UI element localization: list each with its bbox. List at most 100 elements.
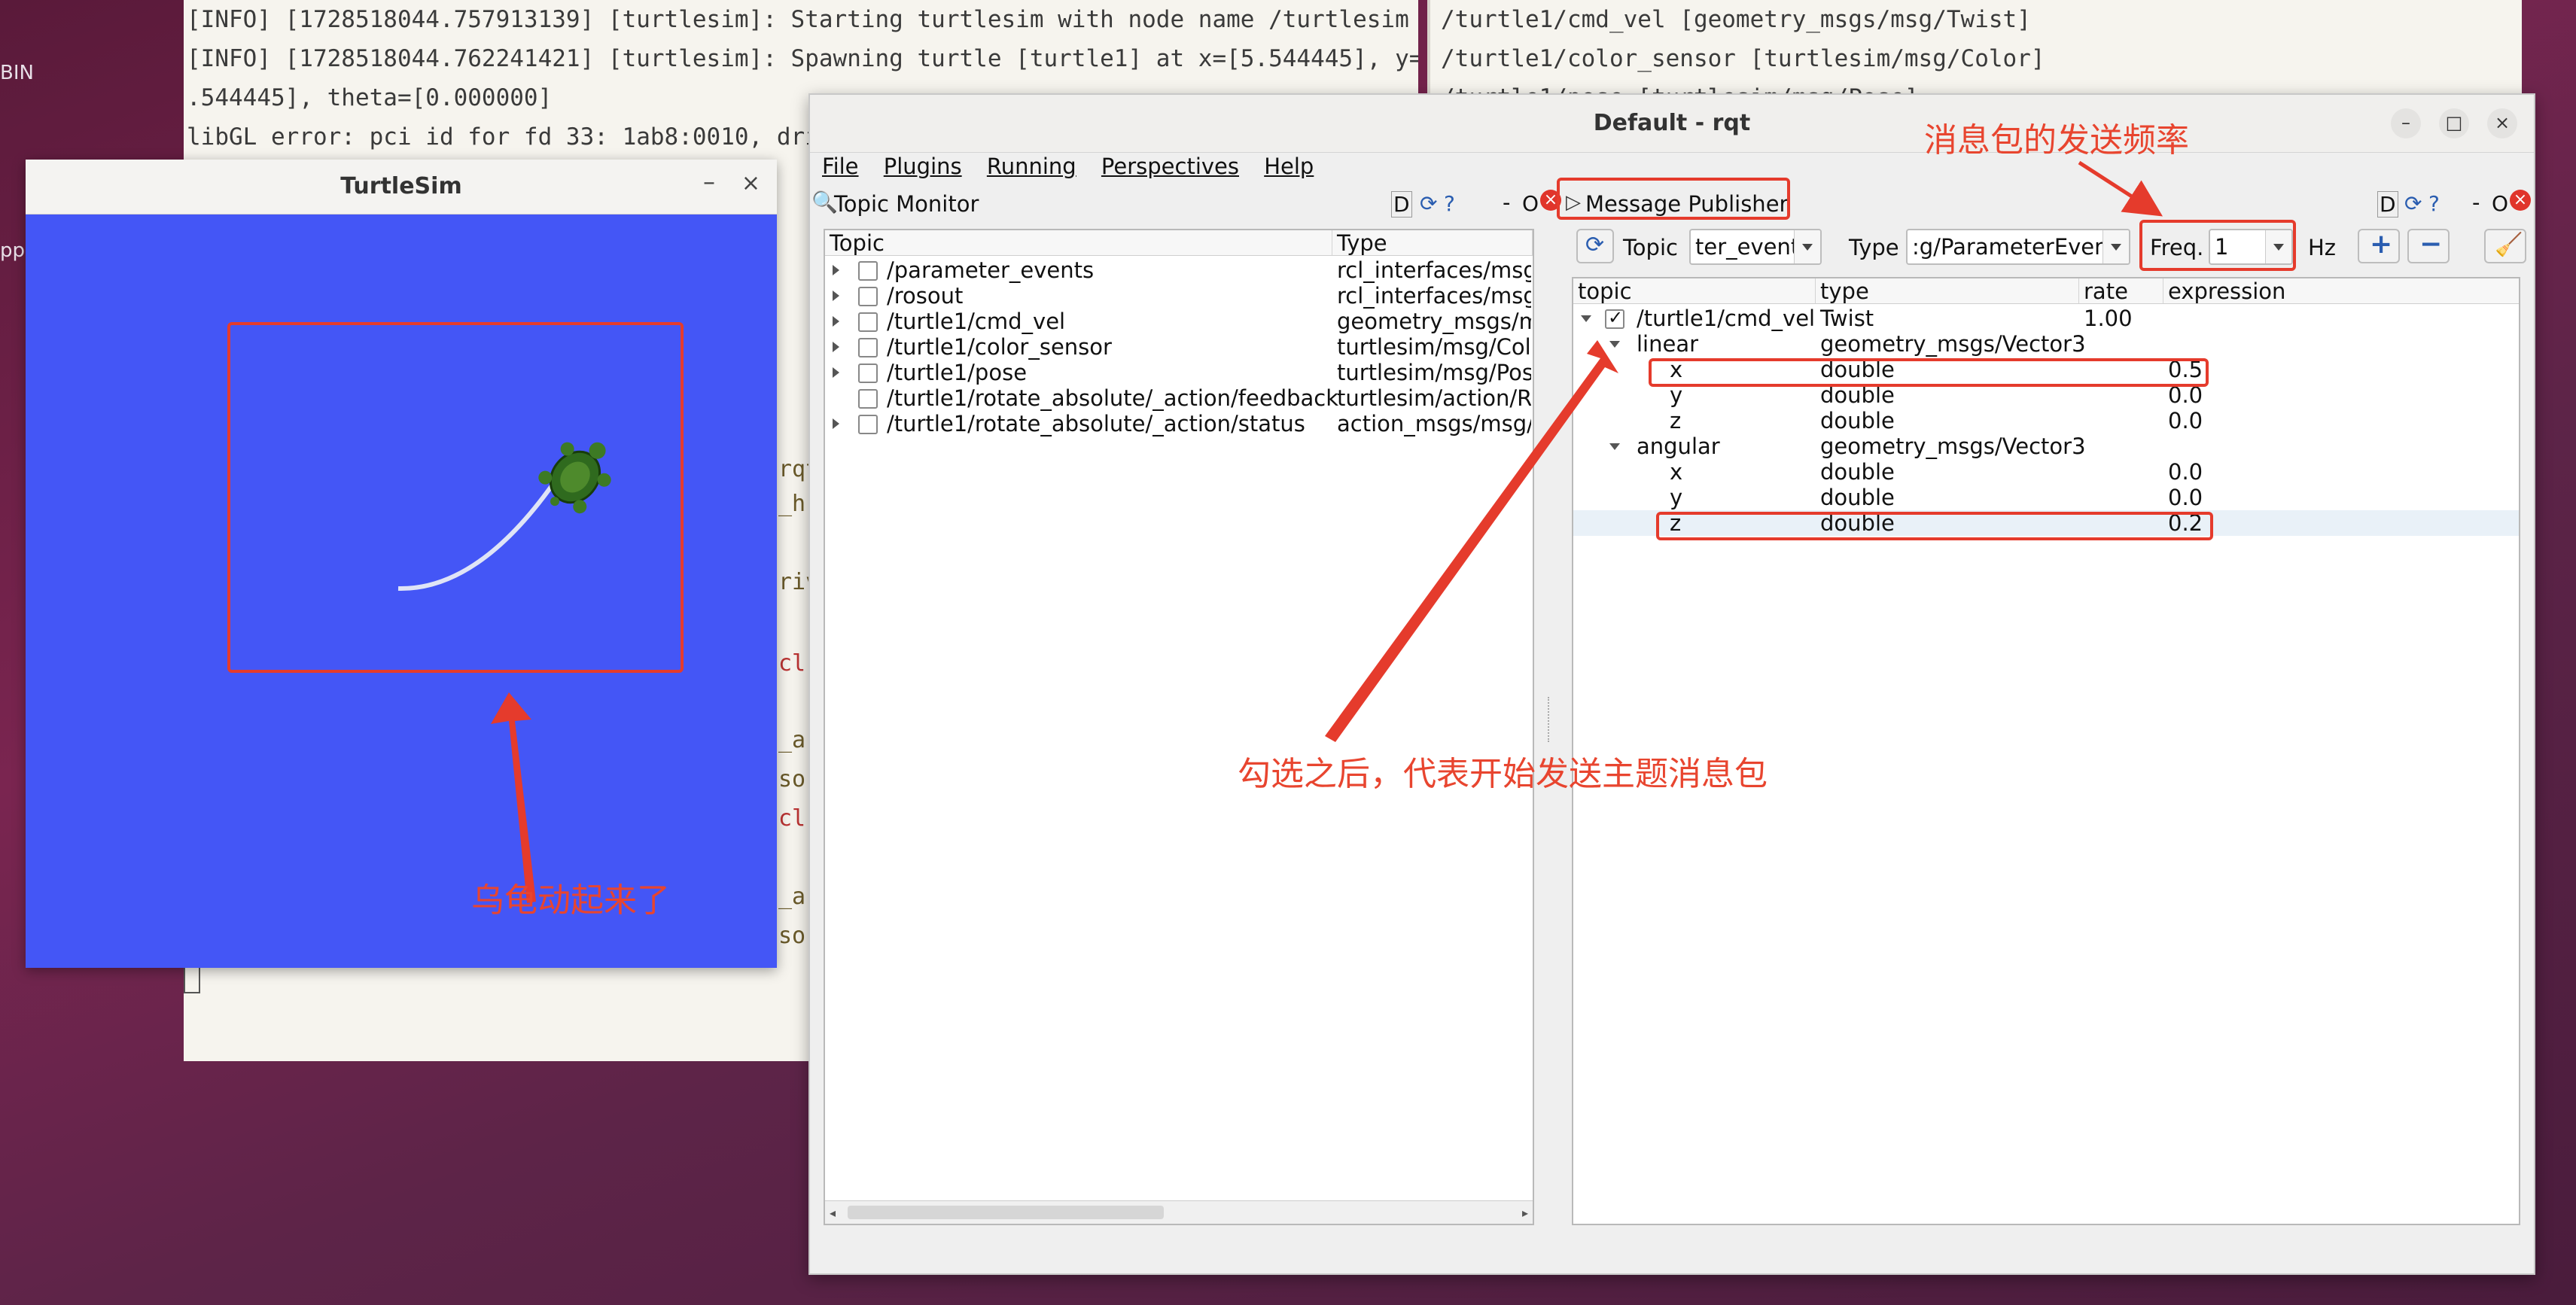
- scroll-left-icon[interactable]: ◂: [830, 1206, 836, 1220]
- minimize-button[interactable]: –: [703, 167, 715, 196]
- publisher-row[interactable]: z double 0.0: [1573, 408, 2519, 433]
- field-type: geometry_msgs/Vector3: [1820, 433, 2086, 459]
- publish-checkbox[interactable]: ✓: [1605, 307, 1624, 329]
- minus-icon: −: [2419, 229, 2443, 260]
- topic-checkbox[interactable]: [858, 287, 878, 306]
- column-header-type[interactable]: type: [1816, 278, 2079, 304]
- clear-button[interactable]: 🧹: [2484, 229, 2526, 263]
- highlight-angular-z: [1656, 512, 2213, 540]
- turtlesim-titlebar[interactable]: TurtleSim – ×: [26, 160, 777, 214]
- dock-button[interactable]: D: [2377, 191, 2398, 218]
- topic-row[interactable]: /turtle1/pose turtlesim/msg/Pose: [825, 360, 1533, 385]
- annotation-freq: 消息包的发送频率: [1924, 121, 2189, 160]
- topic-combobox[interactable]: ter_events: [1689, 229, 1822, 265]
- remove-publisher-button[interactable]: −: [2407, 229, 2450, 263]
- topic-row[interactable]: /turtle1/rotate_absolute/_action/feedbac…: [825, 385, 1533, 411]
- help-icon[interactable]: ?: [1444, 191, 1455, 216]
- horizontal-scrollbar[interactable]: ◂ ▸: [825, 1200, 1533, 1224]
- add-publisher-button[interactable]: +: [2358, 229, 2400, 263]
- help-icon[interactable]: ?: [2428, 191, 2440, 216]
- close-button[interactable]: ×: [2487, 108, 2517, 138]
- topic-type: turtlesim/msg/Colc: [1337, 334, 1531, 360]
- reload-icon[interactable]: ⟳: [1420, 191, 1437, 216]
- topic-checkbox[interactable]: [858, 415, 878, 434]
- field-expression[interactable]: 0.0: [2168, 485, 2203, 510]
- chevron-right-icon[interactable]: [833, 291, 839, 301]
- topic-name: /turtle1/color_sensor: [887, 334, 1112, 360]
- chevron-right-icon[interactable]: [833, 316, 839, 327]
- splitter-handle[interactable]: [1548, 697, 1554, 742]
- field-type: geometry_msgs/Vector3: [1820, 331, 2086, 357]
- menu-plugins[interactable]: Plugins: [884, 154, 962, 179]
- publisher-row[interactable]: x double 0.0: [1573, 459, 2519, 485]
- chevron-down-icon[interactable]: [1581, 315, 1591, 322]
- column-header-type[interactable]: Type: [1332, 230, 1533, 256]
- reload-icon[interactable]: ⟳: [2404, 191, 2422, 216]
- topic-row[interactable]: /turtle1/cmd_vel geometry_msgs/ms: [825, 309, 1533, 334]
- highlight-turtle-canvas: [227, 322, 684, 673]
- topic-checkbox[interactable]: [858, 389, 878, 409]
- desktop-label-app[interactable]: pp: [0, 239, 25, 262]
- minimize-plugin-button[interactable]: -: [1503, 190, 1510, 215]
- publisher-row[interactable]: angular geometry_msgs/Vector3: [1573, 433, 2519, 459]
- chevron-down-icon[interactable]: [1609, 341, 1620, 348]
- chevron-right-icon[interactable]: [833, 367, 839, 378]
- highlight-freq: [2139, 220, 2296, 271]
- menu-bar: File Plugins Running Perspectives Help: [822, 154, 1332, 188]
- topic-row[interactable]: /turtle1/color_sensor turtlesim/msg/Colc: [825, 334, 1533, 360]
- maximize-button[interactable]: □: [2439, 108, 2469, 138]
- terminal-window-2[interactable]: /turtle1/cmd_vel [geometry_msgs/msg/Twis…: [1427, 0, 2522, 105]
- topic-type: geometry_msgs/ms: [1337, 309, 1531, 334]
- field-type: Twist: [1820, 306, 1874, 331]
- refresh-topics-button[interactable]: ⟳: [1576, 229, 1614, 263]
- topic-type: turtlesim/action/Ro: [1337, 385, 1531, 411]
- topic-type: action_msgs/msg/G: [1337, 411, 1531, 437]
- chevron-down-icon[interactable]: [2103, 230, 2129, 263]
- topic-checkbox[interactable]: [858, 261, 878, 281]
- topic-label: Topic: [1623, 235, 1678, 260]
- topic-row[interactable]: /turtle1/rotate_absolute/_action/status a…: [825, 411, 1533, 437]
- topic-row[interactable]: /rosout rcl_interfaces/msg/: [825, 283, 1533, 309]
- scrollbar-thumb[interactable]: [848, 1206, 1164, 1219]
- topic-checkbox[interactable]: [858, 338, 878, 357]
- chevron-right-icon[interactable]: [833, 418, 839, 429]
- menu-running[interactable]: Running: [987, 154, 1076, 179]
- menu-file[interactable]: File: [822, 154, 859, 179]
- minimize-plugin-button[interactable]: -: [2472, 190, 2480, 215]
- column-header-rate[interactable]: rate: [2079, 278, 2163, 304]
- field-expression[interactable]: 0.0: [2168, 408, 2203, 433]
- field-name: angular: [1637, 433, 1720, 459]
- terminal-line: /turtle1/color_sensor [turtlesim/msg/Col…: [1441, 45, 2045, 72]
- menu-help[interactable]: Help: [1264, 154, 1314, 179]
- type-combobox-value: :g/ParameterEvent: [1912, 234, 2117, 260]
- topic-checkbox[interactable]: [858, 364, 878, 383]
- float-plugin-button[interactable]: O: [1522, 191, 1539, 216]
- topic-monitor-tree[interactable]: Topic Type /parameter_events rcl_interfac…: [824, 229, 1534, 1225]
- chevron-down-icon[interactable]: [1609, 443, 1620, 450]
- chevron-right-icon[interactable]: [833, 342, 839, 352]
- close-plugin-icon[interactable]: ×: [2510, 190, 2531, 211]
- menu-perspectives[interactable]: Perspectives: [1101, 154, 1239, 179]
- scroll-right-icon[interactable]: ▸: [1522, 1206, 1528, 1220]
- chevron-right-icon[interactable]: [833, 265, 839, 275]
- dock-button[interactable]: D: [1391, 191, 1412, 218]
- topic-row[interactable]: /parameter_events rcl_interfaces/msg/: [825, 257, 1533, 283]
- type-combobox[interactable]: :g/ParameterEvent: [1906, 229, 2130, 265]
- column-header-topic[interactable]: Topic: [825, 230, 1332, 256]
- chevron-down-icon[interactable]: [1794, 230, 1820, 263]
- field-type: double: [1820, 485, 1895, 510]
- column-header-topic[interactable]: topic: [1573, 278, 1816, 304]
- rqt-titlebar[interactable]: Default - rqt – □ ×: [810, 95, 2534, 153]
- publisher-row[interactable]: ✓ /turtle1/cmd_vel Twist 1.00: [1573, 306, 2519, 331]
- field-expression[interactable]: 0.0: [2168, 459, 2203, 485]
- publisher-row[interactable]: linear geometry_msgs/Vector3: [1573, 331, 2519, 357]
- minimize-button[interactable]: –: [2391, 108, 2421, 138]
- topic-checkbox[interactable]: [858, 312, 878, 332]
- terminal-fragment: _a: [778, 727, 806, 753]
- close-button[interactable]: ×: [741, 170, 760, 196]
- publisher-row[interactable]: y double 0.0: [1573, 485, 2519, 510]
- float-plugin-button[interactable]: O: [2492, 191, 2508, 216]
- highlight-message-publisher: [1557, 178, 1790, 220]
- column-header-expression[interactable]: expression: [2163, 278, 2519, 304]
- desktop-label-bin[interactable]: BIN: [0, 62, 34, 84]
